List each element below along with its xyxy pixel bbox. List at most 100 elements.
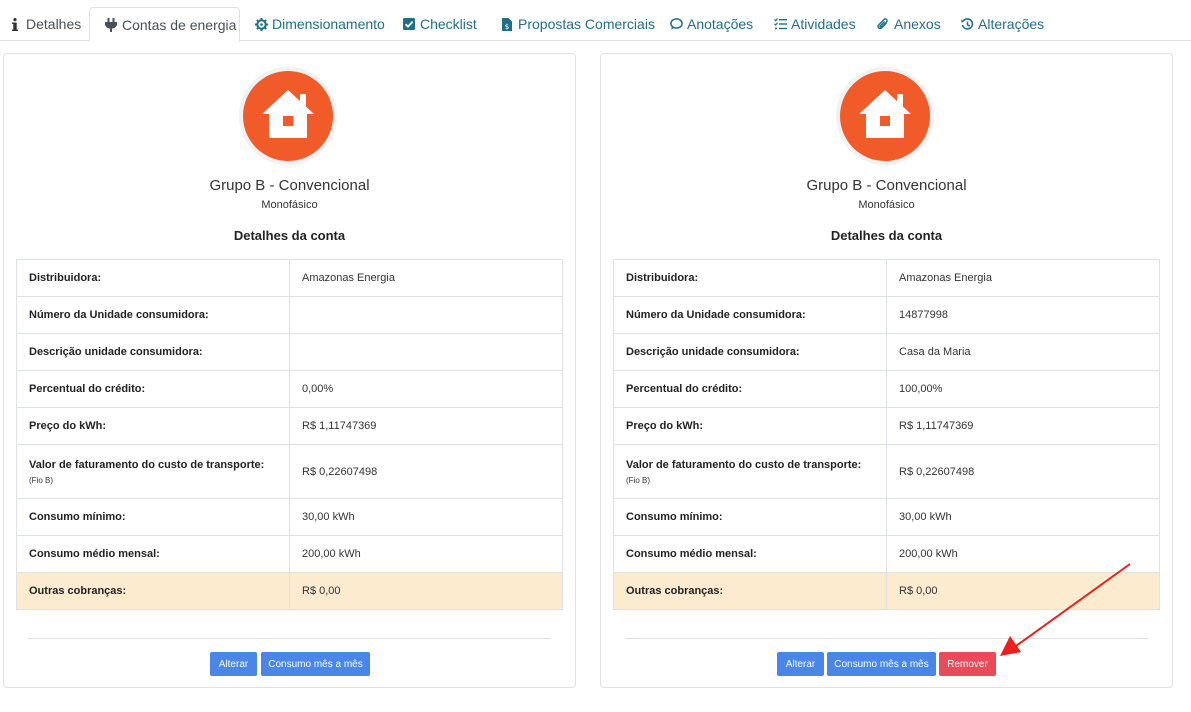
row-sublabel: (Fio B) xyxy=(29,475,53,485)
tab-label: Anotações xyxy=(687,16,754,32)
tab-anotacoes[interactable]: Anotações xyxy=(669,7,753,41)
svg-text:$: $ xyxy=(505,23,509,31)
table-row: Consumo mínimo: 30,00 kWh xyxy=(613,498,1160,536)
row-label: Outras cobranças: xyxy=(613,572,887,610)
annotation-arrow-icon xyxy=(1000,563,1131,656)
row-label: Preço do kWh: xyxy=(16,407,290,445)
tab-atividades[interactable]: Atividades xyxy=(773,7,856,41)
tab-label: Detalhes xyxy=(26,16,82,32)
account-group: Grupo B - Convencional xyxy=(209,177,370,194)
row-value: Amazonas Energia xyxy=(289,259,563,297)
row-label: Descrição unidade consumidora: xyxy=(16,333,290,371)
row-value: R$ 0,22607498 xyxy=(886,444,1160,499)
check-square-icon xyxy=(402,17,416,31)
row-label: Consumo médio mensal: xyxy=(16,535,290,573)
info-icon xyxy=(8,17,22,31)
tab-label: Atividades xyxy=(791,16,856,32)
row-label: Consumo médio mensal: xyxy=(613,535,887,573)
row-label-cell: Valor de faturamento do custo de transpo… xyxy=(16,444,290,499)
row-value: 200,00 kWh xyxy=(289,535,563,573)
row-label: Número da Unidade consumidora: xyxy=(16,296,290,334)
tab-detalhes[interactable]: Detalhes xyxy=(8,7,81,41)
row-value: 100,00% xyxy=(886,370,1160,408)
tab-bar: Detalhes Contas de energia Dimensionamen… xyxy=(0,0,1191,42)
table-row: Consumo médio mensal: 200,00 kWh xyxy=(16,535,563,573)
account-details-table: Distribuidora: Amazonas Energia Número da… xyxy=(613,259,1160,610)
home-icon xyxy=(260,88,316,145)
monthly-consumption-button[interactable]: Consumo mês a mês xyxy=(827,652,936,676)
row-value: 0,00% xyxy=(289,370,563,408)
row-label: Percentual do crédito: xyxy=(16,370,290,408)
row-value: R$ 1,11747369 xyxy=(289,407,563,445)
tab-label: Dimensionamento xyxy=(272,16,385,32)
account-phase: Monofásico xyxy=(261,199,318,211)
tab-anexos[interactable]: Anexos xyxy=(876,7,941,41)
row-label: Distribuidora: xyxy=(613,259,887,297)
row-label-cell: Valor de faturamento do custo de transpo… xyxy=(613,444,887,499)
row-label: Valor de faturamento do custo de transpo… xyxy=(626,458,862,471)
account-avatar xyxy=(836,67,934,165)
row-value: R$ 1,11747369 xyxy=(886,407,1160,445)
divider xyxy=(28,638,551,639)
account-details-table: Distribuidora: Amazonas Energia Número da… xyxy=(16,259,563,610)
row-value: R$ 0,22607498 xyxy=(289,444,563,499)
tab-label: Contas de energia xyxy=(122,16,237,33)
tab-label: Anexos xyxy=(894,16,941,32)
tab-contas-de-energia[interactable]: Contas de energia xyxy=(89,7,240,42)
tab-dimensionamento[interactable]: Dimensionamento xyxy=(254,7,385,41)
tab-alteracoes[interactable]: Alterações xyxy=(960,7,1044,41)
row-value: 30,00 kWh xyxy=(886,498,1160,536)
row-value xyxy=(289,296,563,334)
monthly-consumption-button[interactable]: Consumo mês a mês xyxy=(261,652,370,676)
table-row: Consumo mínimo: 30,00 kWh xyxy=(16,498,563,536)
edit-button[interactable]: Alterar xyxy=(777,652,824,676)
tab-checklist[interactable]: Checklist xyxy=(402,7,477,41)
file-dollar-icon: $ xyxy=(500,17,514,31)
table-row: Valor de faturamento do custo de transpo… xyxy=(613,444,1160,499)
tab-label: Checklist xyxy=(420,16,477,32)
table-row: Número da Unidade consumidora: xyxy=(16,296,563,334)
table-row: Número da Unidade consumidora: 14877998 xyxy=(613,296,1160,334)
row-label: Número da Unidade consumidora: xyxy=(613,296,887,334)
tab-propostas-comerciais[interactable]: $ Propostas Comerciais xyxy=(500,7,655,41)
account-group: Grupo B - Convencional xyxy=(806,177,967,194)
section-title: Detalhes da conta xyxy=(830,228,943,243)
account-phase: Monofásico xyxy=(858,199,915,211)
history-icon xyxy=(960,17,974,31)
cog-icon xyxy=(254,17,268,31)
table-row: Descrição unidade consumidora: xyxy=(16,333,563,371)
row-label: Consumo mínimo: xyxy=(613,498,887,536)
energy-account-card: Grupo B - Convencional Monofásico Detalh… xyxy=(3,53,576,688)
row-label: Descrição unidade consumidora: xyxy=(613,333,887,371)
row-value: Casa da Maria xyxy=(886,333,1160,371)
tab-label: Propostas Comerciais xyxy=(518,16,655,32)
paperclip-icon xyxy=(876,17,890,31)
table-row: Percentual do crédito: 0,00% xyxy=(16,370,563,408)
section-title: Detalhes da conta xyxy=(233,228,346,243)
remove-button[interactable]: Remover xyxy=(939,652,996,676)
edit-button[interactable]: Alterar xyxy=(210,652,257,676)
table-row: Distribuidora: Amazonas Energia xyxy=(613,259,1160,297)
row-label: Percentual do crédito: xyxy=(613,370,887,408)
tab-label: Alterações xyxy=(978,16,1045,32)
account-avatar xyxy=(239,67,337,165)
table-row: Distribuidora: Amazonas Energia xyxy=(16,259,563,297)
home-icon xyxy=(857,88,913,145)
row-sublabel: (Fio B) xyxy=(626,475,650,485)
row-value: 14877998 xyxy=(886,296,1160,334)
plug-icon xyxy=(104,17,118,32)
table-row: Percentual do crédito: 100,00% xyxy=(613,370,1160,408)
row-value: Amazonas Energia xyxy=(886,259,1160,297)
row-value: 30,00 kWh xyxy=(289,498,563,536)
row-label: Valor de faturamento do custo de transpo… xyxy=(29,458,265,471)
table-row: Valor de faturamento do custo de transpo… xyxy=(16,444,563,499)
row-value xyxy=(289,333,563,371)
row-value: R$ 0,00 xyxy=(289,572,563,610)
table-row: Preço do kWh: R$ 1,11747369 xyxy=(613,407,1160,445)
task-list-icon xyxy=(773,17,787,31)
comment-icon xyxy=(669,17,683,31)
row-label: Outras cobranças: xyxy=(16,572,290,610)
table-row: Preço do kWh: R$ 1,11747369 xyxy=(16,407,563,445)
row-label: Distribuidora: xyxy=(16,259,290,297)
row-label: Preço do kWh: xyxy=(613,407,887,445)
